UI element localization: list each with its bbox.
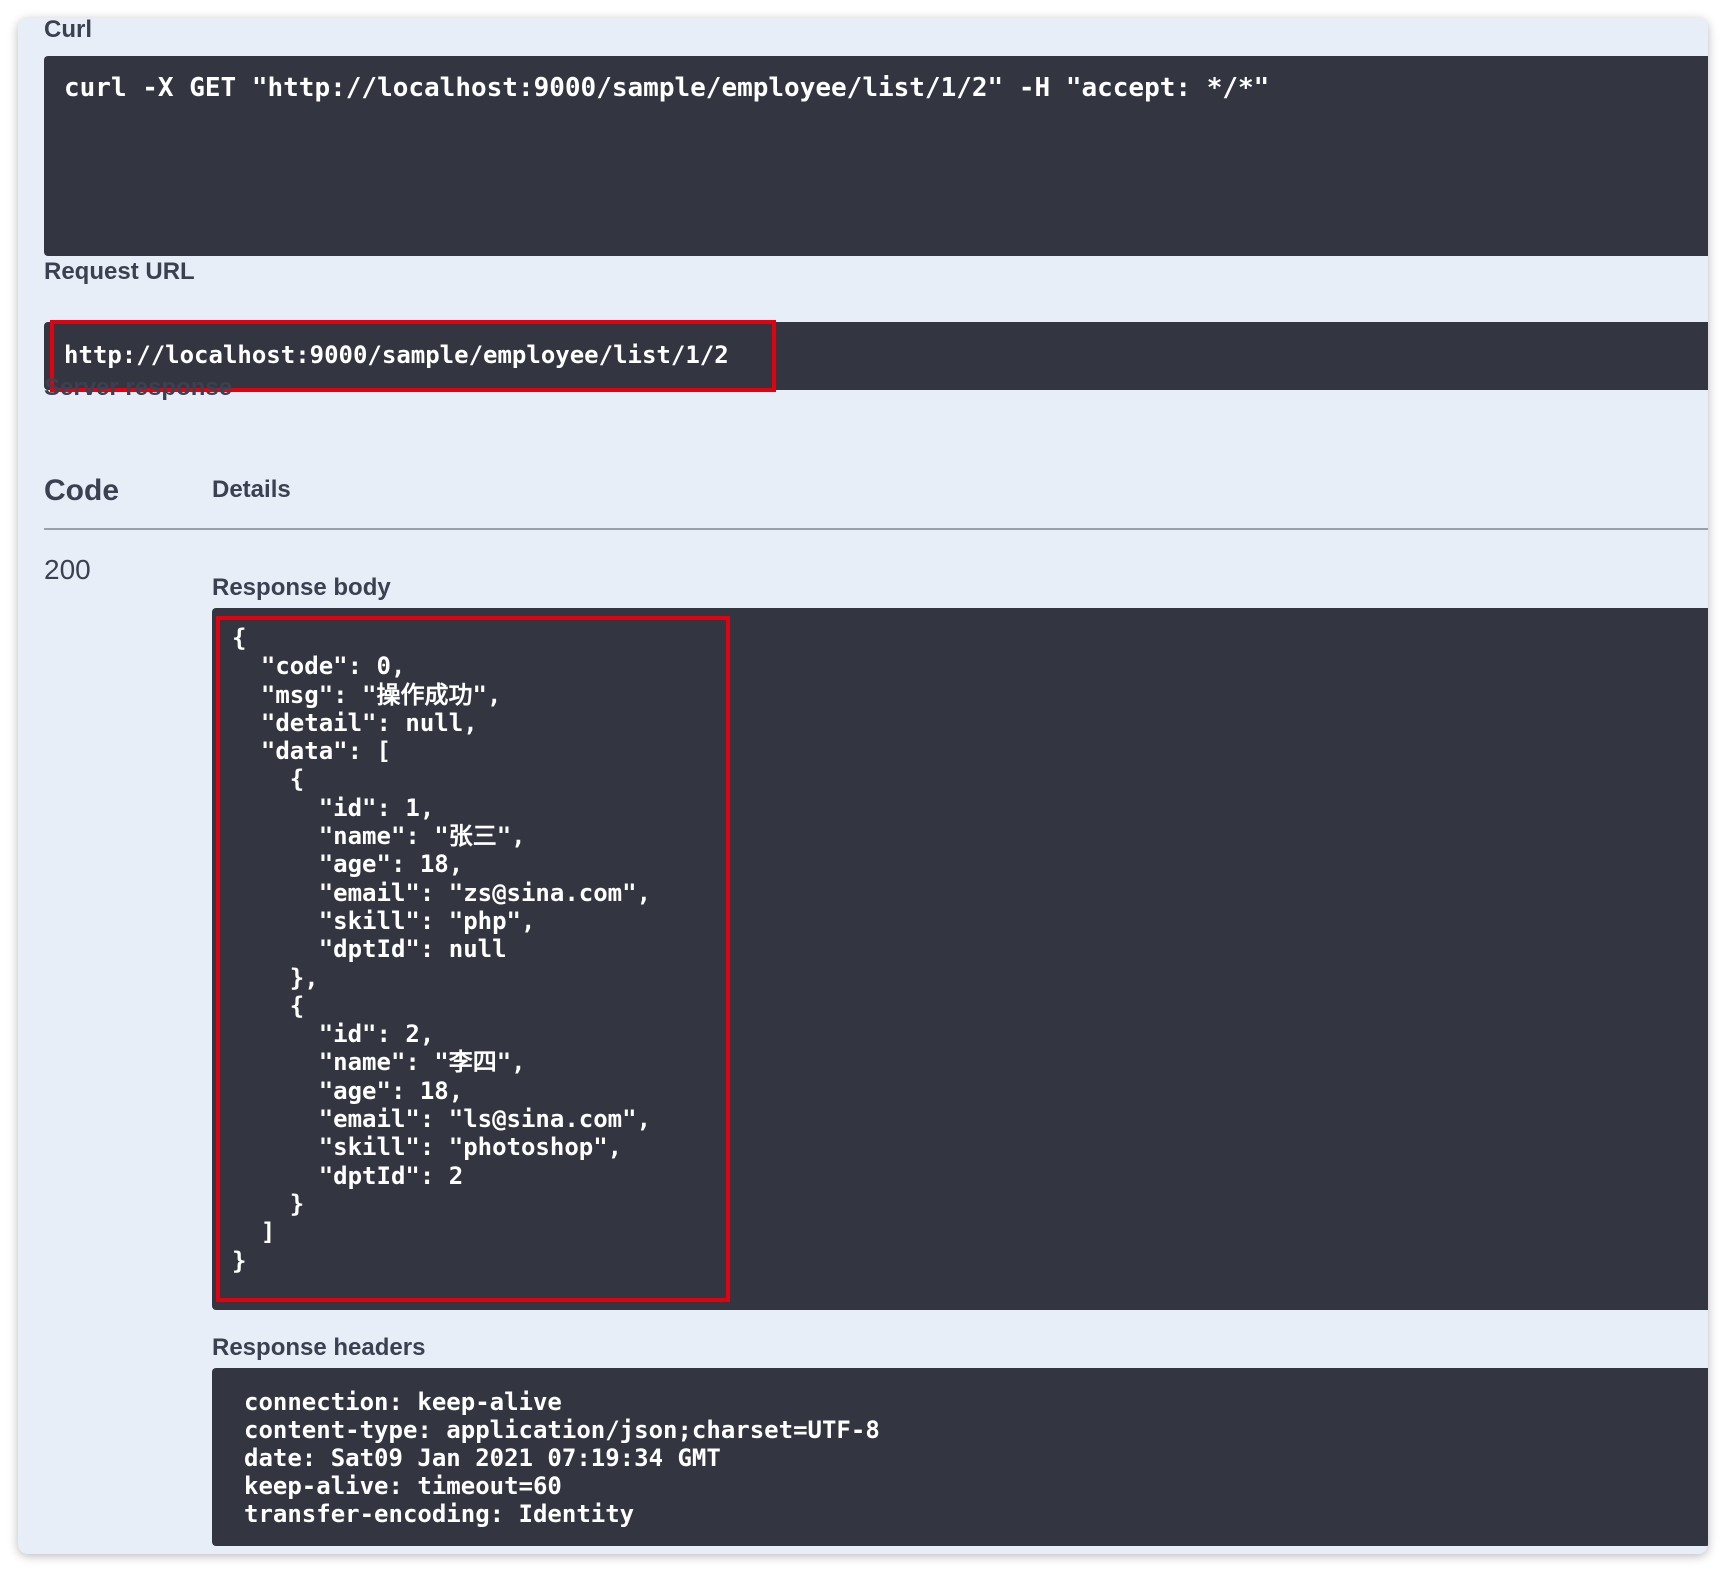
server-response-label: Server response [44,374,233,401]
details-column-header: Details [212,476,291,503]
status-code: 200 [44,554,91,585]
response-headers-label: Response headers [212,1334,426,1361]
request-url-label: Request URL [44,258,195,285]
curl-command-block[interactable]: curl -X GET "http://localhost:9000/sampl… [44,56,1708,256]
request-url-block[interactable]: http://localhost:9000/sample/employee/li… [44,322,1708,390]
code-column-header: Code [44,474,119,507]
response-body-block[interactable]: { "code": 0, "msg": "操作成功", "detail": nu… [212,608,1708,1310]
swagger-response-panel: Curl curl -X GET "http://localhost:9000/… [18,18,1708,1554]
response-headers-block[interactable]: connection: keep-alive content-type: app… [212,1368,1708,1546]
response-body-label: Response body [212,574,391,601]
table-divider [44,528,1708,530]
curl-label: Curl [44,18,92,43]
